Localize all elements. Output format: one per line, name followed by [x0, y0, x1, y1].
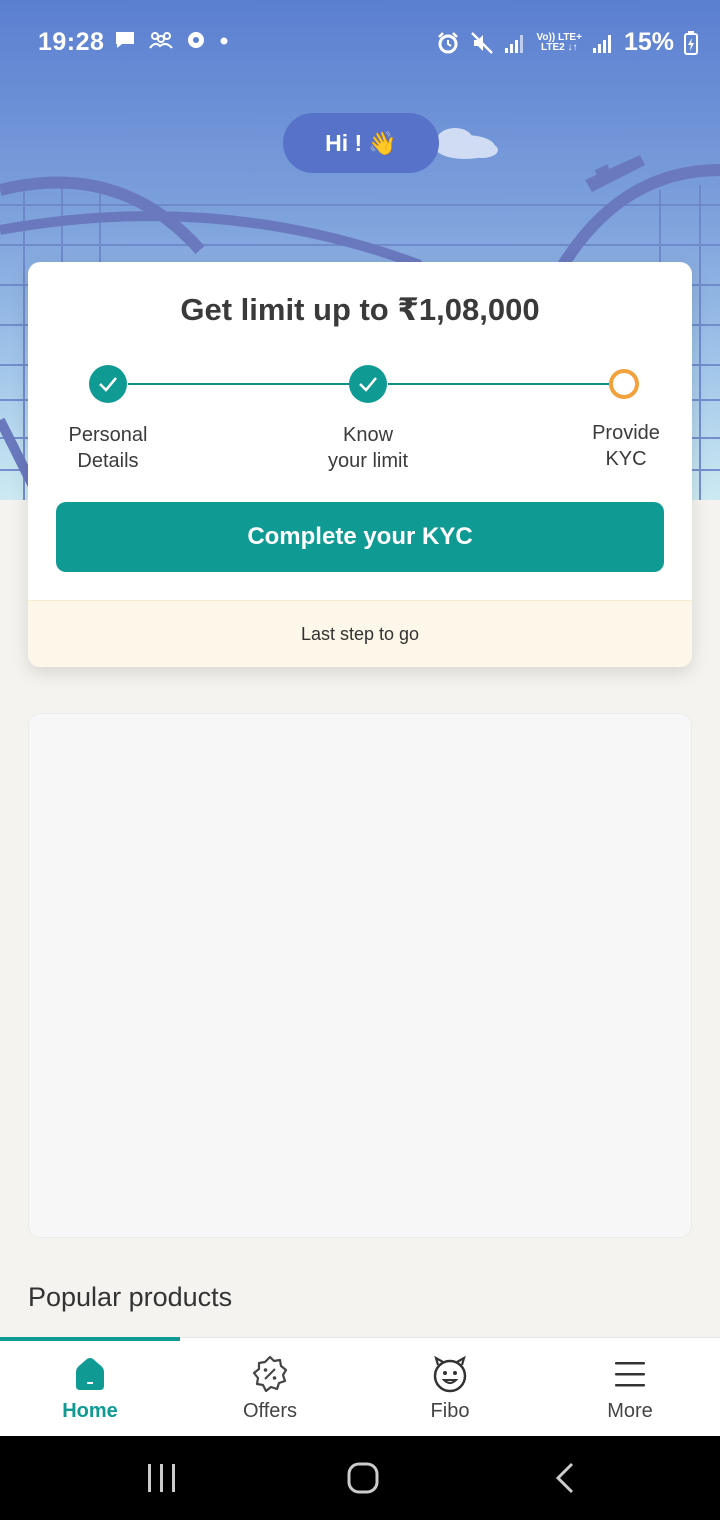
- fibo-mascot-icon: [433, 1355, 467, 1393]
- battery-charging-icon: [684, 30, 698, 55]
- system-navigation-bar: [0, 1436, 720, 1520]
- nav-more[interactable]: More: [540, 1338, 720, 1437]
- signal-icon: [505, 34, 524, 53]
- alarm-icon: [438, 31, 459, 53]
- step-2-label: Know your limit: [327, 424, 408, 472]
- cloud-icon: [435, 128, 498, 159]
- nav-home[interactable]: Home: [0, 1338, 180, 1437]
- complete-kyc-button[interactable]: Complete your KYC: [56, 502, 664, 572]
- status-bar: 19:28 Vo)) LTE+ LTE2 ↓↑ 15%: [0, 0, 720, 86]
- home-icon: [76, 1358, 104, 1390]
- offers-badge-icon: [252, 1355, 288, 1393]
- step-3-pending-icon: [609, 369, 639, 399]
- nav-offers[interactable]: Offers: [180, 1338, 360, 1437]
- dot-icon: [220, 37, 228, 45]
- app-notification-icon: [188, 32, 204, 48]
- limit-title: Get limit up to ₹1,08,000: [180, 292, 540, 327]
- progress-line-2: [388, 383, 628, 385]
- recent-apps-icon[interactable]: [148, 1464, 175, 1492]
- notification-icons: [114, 30, 230, 50]
- progress-line-1: [128, 383, 368, 385]
- step-1-label: Personal Details: [68, 424, 148, 472]
- wave-emoji-icon: 👋: [368, 129, 397, 156]
- nav-fibo[interactable]: Fibo: [360, 1338, 540, 1437]
- greeting-bubble: Hi ! 👋: [283, 113, 439, 173]
- system-status-icons: Vo)) LTE+ LTE2 ↓↑ 15%: [436, 28, 698, 57]
- home-system-icon[interactable]: [347, 1462, 379, 1494]
- greeting-text: Hi !: [325, 129, 363, 156]
- group-icon: [149, 32, 173, 49]
- popular-products-heading: Popular products: [28, 1282, 233, 1312]
- mute-icon: [471, 31, 494, 54]
- message-icon: [116, 32, 134, 48]
- limit-card: Get limit up to ₹1,08,000 Personal Detai…: [28, 262, 692, 667]
- back-icon[interactable]: [555, 1462, 574, 1494]
- bottom-navigation: Home Offers Fibo More: [0, 1337, 720, 1436]
- battery-percent: 15%: [623, 28, 674, 56]
- signal-icon-2: [592, 34, 611, 53]
- step-2-check-icon: [349, 365, 387, 403]
- menu-icon: [615, 1362, 645, 1387]
- card-footer-note: Last step to go: [28, 600, 692, 667]
- step-1-check-icon: [89, 365, 127, 403]
- content-placeholder: [28, 713, 692, 1238]
- network-type: Vo)) LTE+ LTE2 ↓↑: [536, 31, 582, 53]
- step-3-label: Provide KYC: [592, 422, 660, 470]
- status-time: 19:28: [38, 28, 105, 56]
